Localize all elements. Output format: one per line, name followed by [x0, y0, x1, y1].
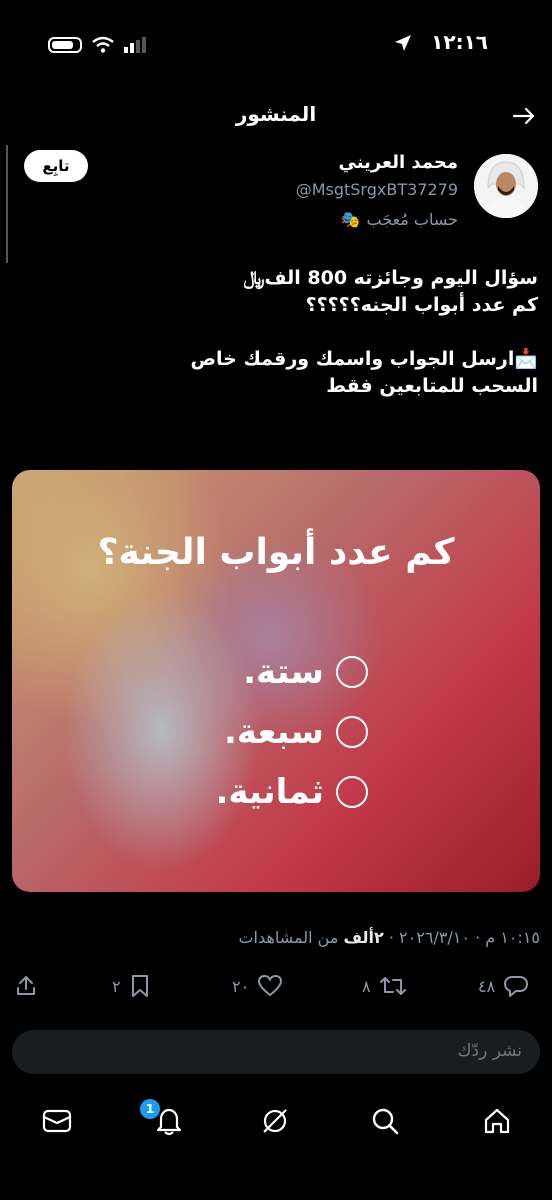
repost-button[interactable]: ٨ — [362, 974, 407, 998]
reply-button[interactable]: ٤٨ — [478, 974, 529, 998]
location-icon — [395, 35, 411, 51]
search-icon — [372, 1108, 399, 1135]
radio-circle-icon — [336, 776, 368, 808]
back-arrow-icon[interactable] — [512, 104, 536, 128]
nav-messages[interactable] — [40, 1104, 74, 1138]
notification-badge: 1 — [140, 1099, 160, 1119]
status-indicators — [48, 36, 146, 54]
avatar[interactable] — [474, 154, 538, 218]
page-title: المنشور — [235, 102, 317, 126]
like-button[interactable]: ٢٠ — [232, 974, 283, 998]
author-name[interactable]: محمد العريني — [339, 152, 458, 173]
scroll-indicator — [6, 145, 8, 263]
tweet-text: سؤال اليوم وجائزته 800 الف﷼ كم عدد أبواب… — [190, 267, 538, 397]
grok-icon — [263, 1109, 287, 1133]
repost-icon — [379, 977, 406, 995]
wifi-icon — [92, 36, 114, 53]
nav-home[interactable] — [480, 1104, 514, 1138]
follow-button[interactable]: تابِع — [24, 150, 88, 182]
battery-icon — [48, 37, 82, 53]
nav-search[interactable] — [368, 1104, 402, 1138]
heart-icon — [258, 974, 283, 997]
account-type-badge: حساب مُعجَب 🎭 — [341, 210, 458, 229]
image-option-label: سبعة. — [223, 712, 324, 752]
image-option-label: ثمانية. — [215, 772, 324, 812]
reply-count: ٤٨ — [478, 976, 496, 996]
views-label: من المشاهدات — [238, 928, 344, 947]
radio-circle-icon — [336, 716, 368, 748]
account-type-label: حساب مُعجَب — [366, 210, 458, 229]
bookmark-icon — [131, 975, 148, 997]
image-question: كم عدد أبواب الجنة؟ — [97, 532, 455, 573]
repost-count: ٨ — [362, 976, 371, 996]
image-option-label: ستة. — [243, 652, 324, 692]
signal-icon — [124, 37, 146, 53]
share-button[interactable] — [14, 974, 38, 998]
like-count: ٢٠ — [232, 976, 250, 996]
status-time: ١٢:١٦ — [431, 30, 488, 54]
comment-icon — [504, 976, 529, 997]
share-icon — [17, 976, 35, 995]
tweet-meta: ١٠:١٥ م · ٢٠٢٦/٣/١٠ · ٢ألف من المشاهدات — [238, 928, 540, 947]
timestamp: ١٠:١٥ م · ٢٠٢٦/٣/١٠ — [399, 928, 540, 947]
meta-separator: · — [383, 928, 400, 947]
image-option: سبعة. — [224, 712, 368, 752]
author-handle[interactable]: @MsgtSrgxBT37279 — [296, 180, 458, 199]
reply-placeholder: نشر ردّك — [457, 1041, 522, 1061]
radio-circle-icon — [336, 656, 368, 688]
home-icon — [484, 1108, 510, 1134]
masks-icon: 🎭 — [340, 210, 361, 229]
image-option: ثمانية. — [215, 772, 368, 812]
bookmark-count: ٢ — [112, 976, 121, 996]
image-option: ستة. — [243, 652, 368, 692]
nav-grok[interactable] — [258, 1104, 292, 1138]
bookmark-button[interactable]: ٢ — [112, 974, 151, 998]
reply-input[interactable]: نشر ردّك — [12, 1030, 540, 1074]
tweet-image[interactable]: كم عدد أبواب الجنة؟ ستة. سبعة. ثمانية. — [12, 470, 540, 892]
envelope-icon — [42, 1109, 72, 1133]
views-count: ٢ألف — [343, 928, 384, 947]
